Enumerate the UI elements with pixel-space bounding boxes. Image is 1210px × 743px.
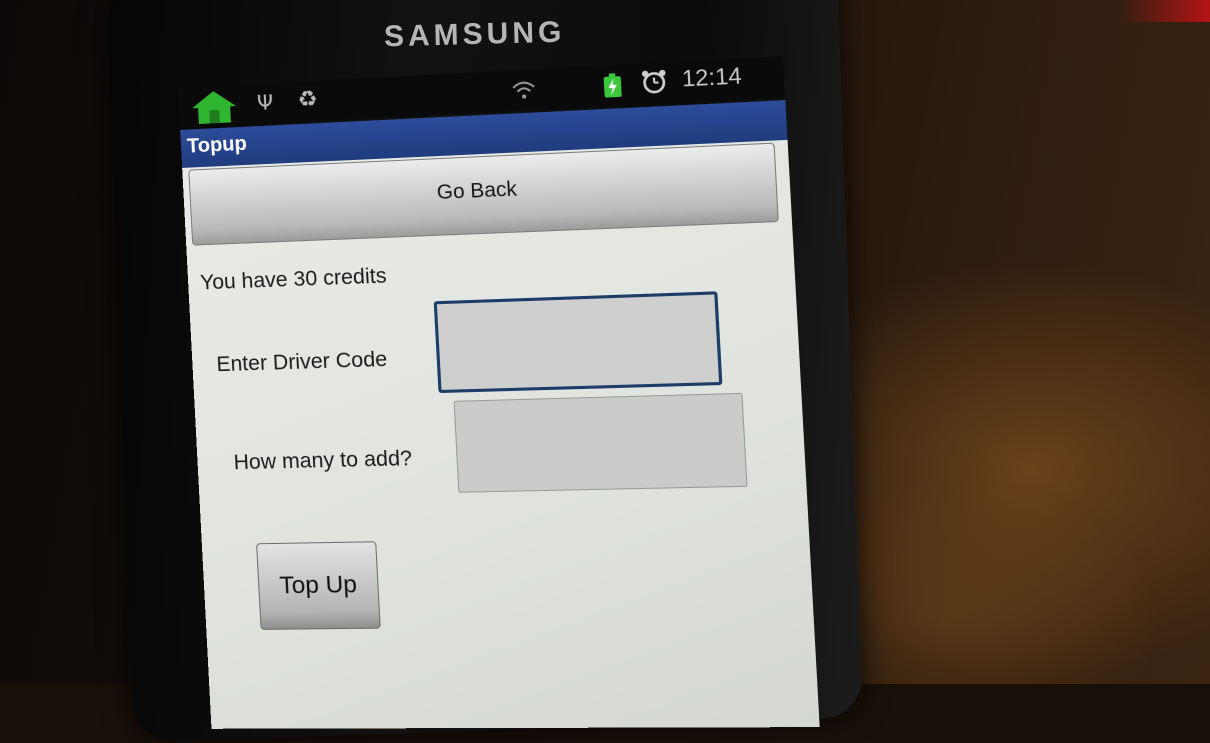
- usb-icon: Ψ: [257, 91, 274, 114]
- recycle-icon: ♻: [297, 89, 318, 112]
- driver-code-label: Enter Driver Code: [216, 348, 388, 377]
- amount-label: How many to add?: [233, 447, 413, 475]
- alarm-icon: [641, 69, 668, 100]
- top-up-button[interactable]: Top Up: [256, 541, 381, 630]
- app-title: Topup: [186, 133, 247, 159]
- wifi-icon: [511, 79, 538, 105]
- battery-charging-icon: [602, 73, 623, 104]
- phone-screen: Ψ ♻ 12:14: [178, 54, 863, 709]
- device-brand-logo: SAMSUNG: [384, 16, 566, 55]
- status-clock: 12:14: [681, 65, 742, 91]
- home-icon: [190, 89, 238, 130]
- amount-input[interactable]: [454, 393, 748, 493]
- red-object-edge: [1120, 0, 1210, 22]
- credits-text: You have 30 credits: [200, 264, 388, 295]
- driver-code-input[interactable]: [434, 291, 723, 393]
- app-content: Go Back You have 30 credits Enter Driver…: [182, 140, 820, 729]
